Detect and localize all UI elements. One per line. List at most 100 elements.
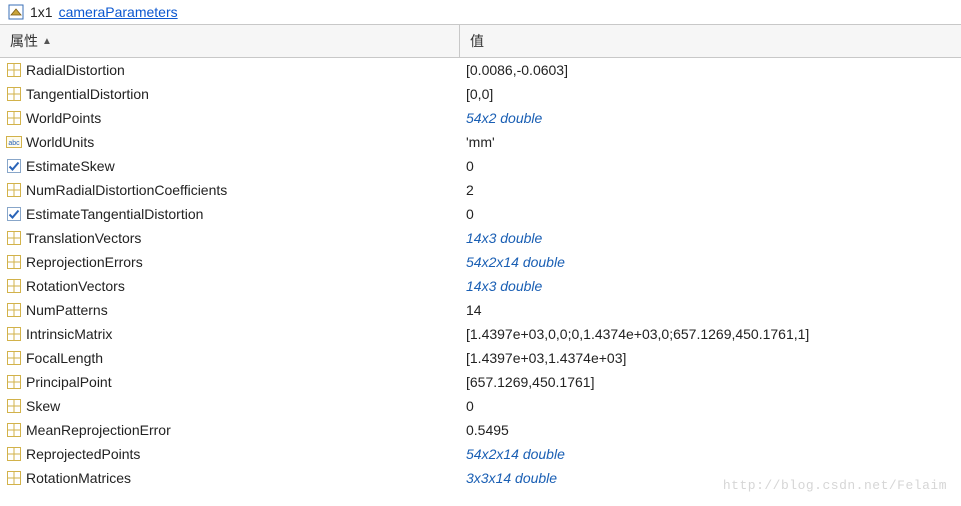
check-icon — [6, 206, 22, 222]
property-cell: TangentialDistortion — [0, 86, 460, 102]
table-row[interactable]: EstimateSkew 0 — [0, 154, 961, 178]
property-value: [0,0] — [460, 86, 961, 102]
property-name: PrincipalPoint — [26, 374, 112, 390]
column-header-value[interactable]: 值 — [460, 25, 961, 57]
table-row[interactable]: FocalLength [1.4397e+03,1.4374e+03] — [0, 346, 961, 370]
table-header: 属性 ▲ 值 — [0, 24, 961, 58]
property-name: WorldPoints — [26, 110, 101, 126]
property-value[interactable]: 14x3 double — [460, 278, 961, 294]
grid-icon — [6, 446, 22, 462]
table-row[interactable]: WorldPoints 54x2 double — [0, 106, 961, 130]
property-name: NumPatterns — [26, 302, 108, 318]
property-name: NumRadialDistortionCoefficients — [26, 182, 227, 198]
property-cell: WorldPoints — [0, 110, 460, 126]
property-cell: MeanReprojectionError — [0, 422, 460, 438]
table-row[interactable]: RotationMatrices 3x3x14 double — [0, 466, 961, 490]
table-row[interactable]: NumRadialDistortionCoefficients 2 — [0, 178, 961, 202]
property-name: FocalLength — [26, 350, 103, 366]
grid-icon — [6, 326, 22, 342]
table-row[interactable]: TranslationVectors 14x3 double — [0, 226, 961, 250]
property-value: 14 — [460, 302, 961, 318]
title-bar: 1x1 cameraParameters — [0, 0, 961, 24]
grid-icon — [6, 254, 22, 270]
grid-icon — [6, 470, 22, 486]
variable-size: 1x1 — [30, 4, 53, 20]
property-value[interactable]: 54x2x14 double — [460, 446, 961, 462]
property-value: [1.4397e+03,1.4374e+03] — [460, 350, 961, 366]
column-header-property[interactable]: 属性 ▲ — [0, 25, 460, 57]
class-link[interactable]: cameraParameters — [59, 4, 178, 20]
property-value: 0 — [460, 206, 961, 222]
property-value[interactable]: 54x2 double — [460, 110, 961, 126]
table-row[interactable]: ReprojectionErrors 54x2x14 double — [0, 250, 961, 274]
class-icon — [8, 4, 24, 20]
grid-icon — [6, 278, 22, 294]
property-cell: IntrinsicMatrix — [0, 326, 460, 342]
property-name: WorldUnits — [26, 134, 94, 150]
property-cell: NumPatterns — [0, 302, 460, 318]
property-value[interactable]: 54x2x14 double — [460, 254, 961, 270]
table-row[interactable]: MeanReprojectionError 0.5495 — [0, 418, 961, 442]
grid-icon — [6, 398, 22, 414]
grid-icon — [6, 350, 22, 366]
property-name: MeanReprojectionError — [26, 422, 171, 438]
grid-icon — [6, 302, 22, 318]
property-cell: ReprojectedPoints — [0, 446, 460, 462]
table-row[interactable]: RotationVectors 14x3 double — [0, 274, 961, 298]
check-icon — [6, 158, 22, 174]
table-row[interactable]: EstimateTangentialDistortion0 — [0, 202, 961, 226]
property-value: 0 — [460, 398, 961, 414]
property-value[interactable]: 3x3x14 double — [460, 470, 961, 486]
property-value: 2 — [460, 182, 961, 198]
property-cell: PrincipalPoint — [0, 374, 460, 390]
table-row[interactable]: RadialDistortion [0.0086,-0.0603] — [0, 58, 961, 82]
property-cell: EstimateTangentialDistortion — [0, 206, 460, 222]
grid-icon — [6, 374, 22, 390]
property-table-body: RadialDistortion [0.0086,-0.0603] Tangent… — [0, 58, 961, 490]
property-name: Skew — [26, 398, 60, 414]
abc-icon: abc — [6, 134, 22, 150]
property-name: IntrinsicMatrix — [26, 326, 112, 342]
property-name: ReprojectionErrors — [26, 254, 143, 270]
property-name: RadialDistortion — [26, 62, 125, 78]
property-cell: Skew — [0, 398, 460, 414]
property-cell: NumRadialDistortionCoefficients — [0, 182, 460, 198]
property-cell: FocalLength — [0, 350, 460, 366]
table-row[interactable]: ReprojectedPoints 54x2x14 double — [0, 442, 961, 466]
property-value: [1.4397e+03,0,0;0,1.4374e+03,0;657.1269,… — [460, 326, 961, 342]
table-row[interactable]: Skew 0 — [0, 394, 961, 418]
grid-icon — [6, 230, 22, 246]
grid-icon — [6, 422, 22, 438]
property-name: RotationVectors — [26, 278, 125, 294]
property-value: 'mm' — [460, 134, 961, 150]
column-header-property-label: 属性 — [10, 31, 38, 51]
svg-text:abc: abc — [8, 140, 20, 147]
table-row[interactable]: PrincipalPoint [657.1269,450.1761] — [0, 370, 961, 394]
table-row[interactable]: abc WorldUnits 'mm' — [0, 130, 961, 154]
property-name: ReprojectedPoints — [26, 446, 140, 462]
sort-ascending-icon: ▲ — [42, 36, 52, 47]
property-value: 0 — [460, 158, 961, 174]
property-cell: RadialDistortion — [0, 62, 460, 78]
property-cell: TranslationVectors — [0, 230, 460, 246]
property-value[interactable]: 14x3 double — [460, 230, 961, 246]
grid-icon — [6, 86, 22, 102]
property-value: [657.1269,450.1761] — [460, 374, 961, 390]
property-value: 0.5495 — [460, 422, 961, 438]
table-row[interactable]: TangentialDistortion [0,0] — [0, 82, 961, 106]
property-value: [0.0086,-0.0603] — [460, 62, 961, 78]
property-name: TangentialDistortion — [26, 86, 149, 102]
grid-icon — [6, 62, 22, 78]
grid-icon — [6, 110, 22, 126]
table-row[interactable]: IntrinsicMatrix [1.4397e+03,0,0;0,1.4374e… — [0, 322, 961, 346]
property-name: RotationMatrices — [26, 470, 131, 486]
property-name: TranslationVectors — [26, 230, 141, 246]
property-name: EstimateSkew — [26, 158, 115, 174]
grid-icon — [6, 182, 22, 198]
property-cell: RotationMatrices — [0, 470, 460, 486]
property-cell: RotationVectors — [0, 278, 460, 294]
property-cell: EstimateSkew — [0, 158, 460, 174]
column-header-value-label: 值 — [470, 31, 484, 51]
table-row[interactable]: NumPatterns 14 — [0, 298, 961, 322]
property-cell: ReprojectionErrors — [0, 254, 460, 270]
